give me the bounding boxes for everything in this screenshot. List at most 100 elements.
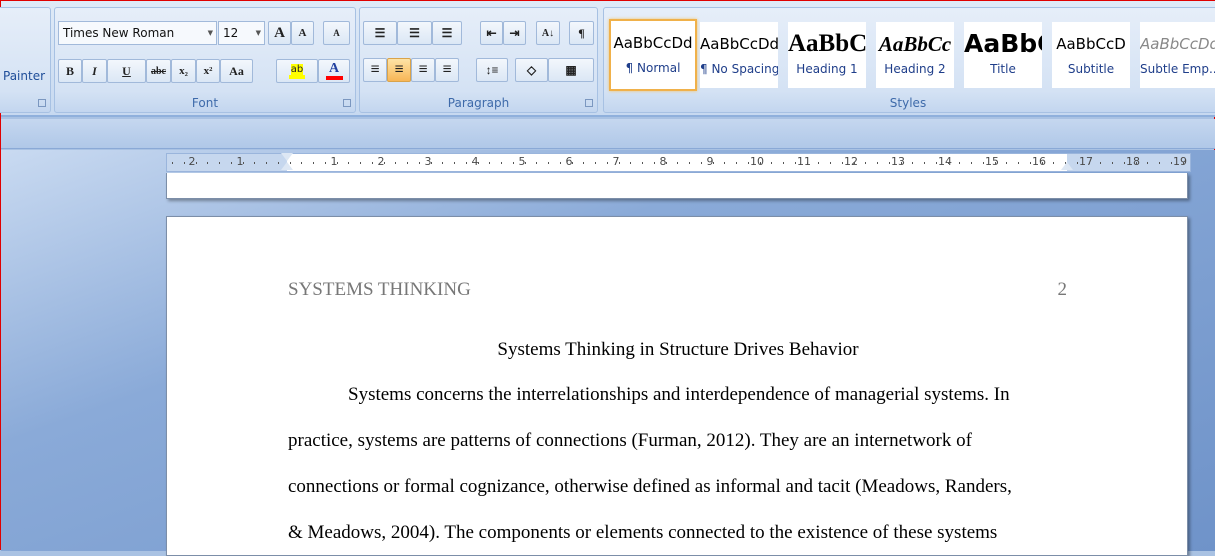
font-size-combo[interactable]: 12 ▼ — [218, 21, 265, 45]
font-name-combo[interactable]: Times New Roman ▼ — [58, 21, 217, 45]
paragraph-group-label: Paragraph — [447, 96, 510, 110]
hanging-indent-marker[interactable] — [281, 162, 293, 170]
bold-button[interactable]: B — [58, 59, 82, 83]
chevron-down-icon: ▼ — [207, 29, 213, 37]
running-head: SYSTEMS THINKING — [288, 279, 471, 300]
ruler-tick — [1053, 162, 1055, 164]
bullets-button[interactable]: ☰ — [363, 21, 397, 45]
ruler-tick — [1018, 162, 1019, 164]
underline-button[interactable]: U — [107, 59, 146, 83]
grow-font-icon: A — [274, 24, 285, 41]
strikethrough-button[interactable]: abc — [146, 59, 171, 83]
numbering-icon: ☰ — [409, 25, 420, 40]
ruler-tick — [912, 162, 914, 164]
grow-font-button[interactable]: A — [268, 21, 291, 45]
show-marks-button[interactable]: ¶ — [569, 21, 594, 45]
ruler-tick — [1041, 162, 1043, 164]
document-title: Systems Thinking in Structure Drives Beh… — [497, 339, 859, 360]
align-center-button[interactable]: ≡ — [387, 58, 411, 82]
first-line-indent-marker[interactable] — [281, 153, 293, 161]
bullets-icon: ☰ — [374, 25, 386, 40]
style-sample: AaBbCcD — [1056, 35, 1126, 53]
justify-icon: ≡ — [442, 61, 452, 78]
italic-button[interactable]: I — [82, 59, 107, 83]
highlight-button[interactable]: ab — [276, 59, 318, 83]
ruler-tick — [172, 162, 173, 164]
ruler-tick — [489, 162, 491, 164]
right-indent-marker[interactable] — [1061, 162, 1073, 170]
italic-icon: I — [92, 63, 97, 78]
increase-indent-button[interactable]: ⇥ — [503, 21, 526, 45]
underline-icon: U — [122, 63, 131, 78]
ruler-tick — [219, 162, 220, 164]
style-subtle-emphasis[interactable]: AaBbCcDd Subtle Emp... — [1140, 22, 1215, 88]
font-launcher-icon[interactable] — [343, 99, 351, 107]
line-spacing-button[interactable]: ↕≡ — [476, 58, 508, 82]
sort-button[interactable]: A↓ — [536, 21, 560, 45]
align-left-button[interactable]: ≡ — [363, 58, 387, 82]
style-heading-1[interactable]: AaBbC Heading 1 — [788, 22, 866, 88]
font-group: Times New Roman ▼ 12 ▼ A A A B I U abc x₂ … — [54, 7, 356, 113]
style-sample: AaBbCcDd — [613, 34, 693, 52]
ruler-tick — [783, 162, 784, 164]
shrink-font-button[interactable]: A — [291, 21, 314, 45]
ruler-label: 12 — [844, 155, 858, 168]
ruler-tick — [512, 162, 514, 164]
ruler-tick — [1135, 162, 1137, 164]
ruler-tick — [606, 162, 608, 164]
ruler-tick — [465, 162, 467, 164]
ruler-tick — [407, 162, 408, 164]
clipboard-group: Painter — [0, 7, 51, 113]
sort-icon: A↓ — [541, 27, 555, 39]
decrease-indent-button[interactable]: ⇤ — [480, 21, 503, 45]
strikethrough-icon: abc — [151, 65, 166, 77]
ruler-tick — [747, 162, 749, 164]
style-title[interactable]: AaBbC Title — [964, 22, 1042, 88]
style-sample: AaBbCc — [878, 32, 952, 56]
borders-button[interactable]: ▦ — [548, 58, 594, 82]
ruler-tick — [442, 162, 444, 164]
shading-button[interactable]: ◇ — [515, 58, 548, 82]
superscript-button[interactable]: x² — [196, 59, 220, 83]
style-name: Subtle Emp... — [1140, 62, 1215, 76]
subscript-button[interactable]: x₂ — [171, 59, 196, 83]
ruler-tick — [830, 162, 831, 164]
ruler-tick — [571, 162, 573, 164]
style-name: ¶ No Spacing — [700, 62, 778, 76]
page-2[interactable]: SYSTEMS THINKING 2 Systems Thinking in S… — [166, 216, 1188, 556]
ruler-tick — [947, 162, 949, 164]
line-spacing-icon: ↕≡ — [485, 62, 499, 77]
styles-group-label: Styles — [889, 96, 927, 110]
shrink-font-icon: A — [298, 27, 307, 39]
ruler-tick — [1006, 162, 1008, 164]
ruler-tick — [360, 162, 361, 164]
multilevel-list-button[interactable]: ☰ — [432, 21, 462, 45]
ruler-tick — [924, 162, 925, 164]
body-line: Systems concerns the interrelationships … — [348, 384, 1010, 405]
ruler-tick — [724, 162, 726, 164]
style-normal[interactable]: AaBbCcDd ¶ Normal — [609, 19, 697, 91]
style-heading-2[interactable]: AaBbCc Heading 2 — [876, 22, 954, 88]
clear-formatting-button[interactable]: A — [323, 21, 350, 45]
ruler-tick — [536, 162, 538, 164]
align-right-button[interactable]: ≡ — [411, 58, 435, 82]
ruler-tick — [1029, 162, 1031, 164]
font-size-value: 12 — [223, 26, 239, 40]
font-name-value: Times New Roman — [63, 26, 175, 40]
font-color-button[interactable]: A — [318, 59, 350, 83]
style-no-spacing[interactable]: AaBbCcDd ¶ No Spacing — [700, 22, 778, 88]
ruler-tick — [853, 162, 855, 164]
numbering-button[interactable]: ☰ — [397, 21, 432, 45]
style-subtitle[interactable]: AaBbCcD Subtitle — [1052, 22, 1130, 88]
paragraph-launcher-icon[interactable] — [585, 99, 593, 107]
ruler-tick — [677, 162, 679, 164]
justify-button[interactable]: ≡ — [435, 58, 459, 82]
change-case-button[interactable]: Aa — [220, 59, 253, 83]
align-right-icon: ≡ — [418, 61, 428, 78]
horizontal-ruler[interactable]: 2 1 1 2 3 4 5 6 7 8 9 10 11 12 13 14 15 16 17 18 19 — [166, 153, 1191, 172]
clipboard-launcher-icon[interactable] — [38, 99, 46, 107]
ruler-tick — [700, 162, 702, 164]
ruler-tick — [207, 162, 209, 164]
format-painter-button[interactable]: Painter — [3, 69, 45, 83]
style-sample: AaBbC — [788, 30, 866, 57]
